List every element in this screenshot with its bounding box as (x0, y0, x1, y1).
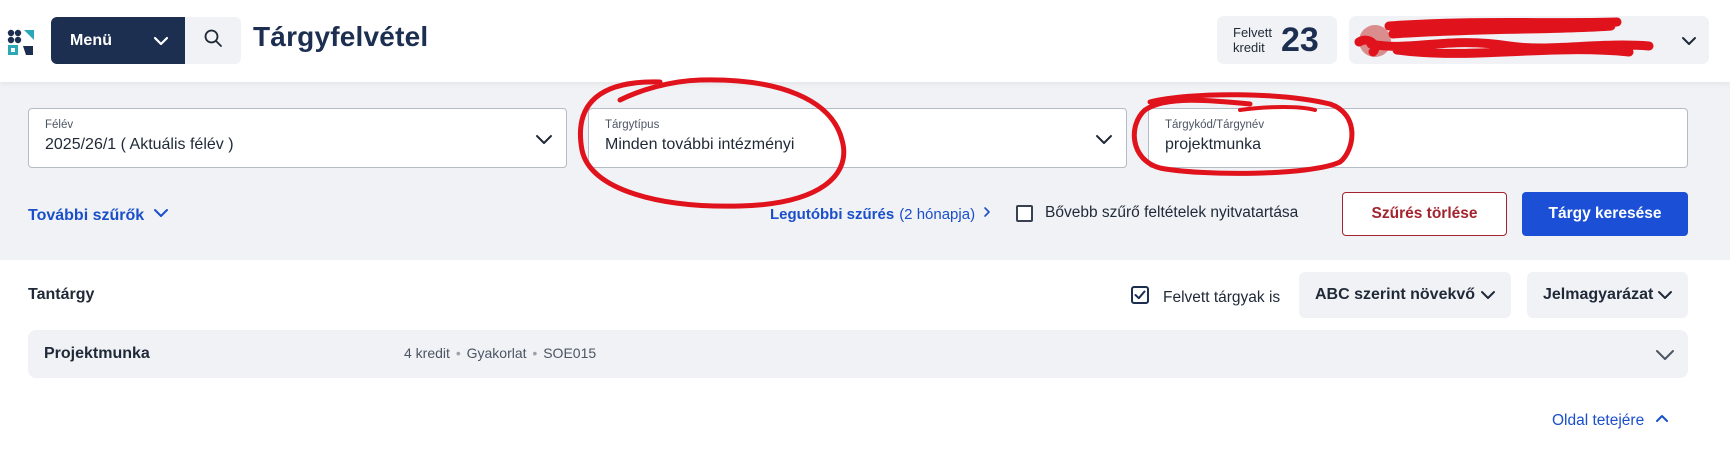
course-credits: 4 kredit (404, 345, 450, 361)
chevron-down-icon (1094, 129, 1114, 154)
credit-value: 23 (1281, 21, 1319, 59)
page-title: Tárgyfelvétel (253, 21, 429, 52)
subject-code-label: Tárgykód/Tárgynév (1165, 119, 1265, 131)
subject-code-value[interactable]: projektmunka (1165, 136, 1261, 154)
course-name: Projektmunka (44, 345, 150, 362)
search-icon (203, 28, 223, 53)
last-filter-label: Legutóbbi szűrés (770, 205, 895, 223)
chevron-down-icon (534, 129, 554, 154)
chevron-right-icon (980, 205, 994, 223)
course-row[interactable]: Projektmunka 4 kredit • Gyakorlat • SOE0… (28, 330, 1688, 378)
results-title: Tantárgy (28, 286, 95, 303)
legend-label: Jelmagyarázat (1543, 286, 1654, 303)
course-type: Gyakorlat (466, 345, 527, 361)
checkbox-checked[interactable] (1131, 286, 1149, 309)
back-to-top-link[interactable]: Oldal tetejére (1552, 410, 1670, 431)
last-filter-age: (2 hónapja) (899, 205, 976, 223)
extended-filter-label: Bővebb szűrő feltételek nyitvatartása (1045, 204, 1299, 221)
user-menu[interactable]: (PhD) ... (1349, 16, 1709, 64)
menu-button-label: Menü (70, 31, 113, 49)
chevron-down-icon (1479, 286, 1497, 309)
checkbox-unchecked[interactable] (1016, 204, 1033, 222)
search-button[interactable] (185, 17, 241, 64)
legend-select[interactable]: Jelmagyarázat (1527, 272, 1688, 318)
menu-button[interactable]: Menü (51, 17, 185, 64)
chevron-down-icon (152, 204, 170, 227)
chevron-down-icon (1656, 286, 1674, 309)
sort-select[interactable]: ABC szerint növekvő (1299, 272, 1511, 318)
sort-value: ABC szerint növekvő (1315, 286, 1476, 303)
semester-select[interactable]: Félév 2025/26/1 ( Aktuális félév ) (28, 108, 567, 168)
more-filters-toggle[interactable]: További szűrők (28, 204, 170, 227)
redaction-scribble (1354, 17, 1654, 58)
course-code: SOE015 (543, 345, 597, 361)
credit-counter: Felvett kredit 23 (1217, 16, 1337, 64)
separator-dot: • (532, 345, 538, 361)
back-to-top-label: Oldal tetejére (1552, 411, 1645, 429)
last-filter-link[interactable]: Legutóbbi szűrés (2 hónapja) (770, 205, 994, 223)
more-filters-label: További szűrők (28, 206, 145, 224)
subject-type-value: Minden további intézményi (605, 136, 795, 153)
semester-value: 2025/26/1 ( Aktuális félév ) (45, 136, 234, 153)
app-header: Menü Tárgyfelvétel Felvett kredit 23 (Ph… (0, 0, 1730, 82)
chevron-up-icon (1654, 410, 1670, 431)
taken-subjects-label: Felvett tárgyak is (1163, 288, 1281, 306)
subject-type-select[interactable]: Tárgytípus Minden további intézményi (588, 108, 1127, 168)
separator-dot: • (455, 345, 461, 361)
course-meta: 4 kredit • Gyakorlat • SOE015 (404, 345, 596, 361)
chevron-down-icon (151, 31, 171, 56)
app-logo[interactable] (6, 28, 36, 56)
subject-code-input[interactable]: Tárgykód/Tárgynév projektmunka (1148, 108, 1688, 168)
clear-filter-button[interactable]: Szűrés törlése (1342, 192, 1507, 236)
subject-type-label: Tárgytípus (605, 119, 660, 131)
semester-label: Félév (45, 119, 74, 131)
chevron-down-icon (1679, 31, 1699, 56)
search-subject-button[interactable]: Tárgy keresése (1522, 192, 1688, 236)
chevron-down-icon[interactable] (1654, 346, 1676, 369)
extended-filter-checkbox[interactable]: Bővebb szűrő feltételek nyitvatartása (1016, 204, 1298, 222)
taken-subjects-checkbox[interactable]: Felvett tárgyak is (1131, 286, 1280, 309)
credit-label: Felvett kredit (1233, 25, 1273, 55)
filter-panel: Félév 2025/26/1 ( Aktuális félév ) Tárgy… (0, 82, 1730, 260)
